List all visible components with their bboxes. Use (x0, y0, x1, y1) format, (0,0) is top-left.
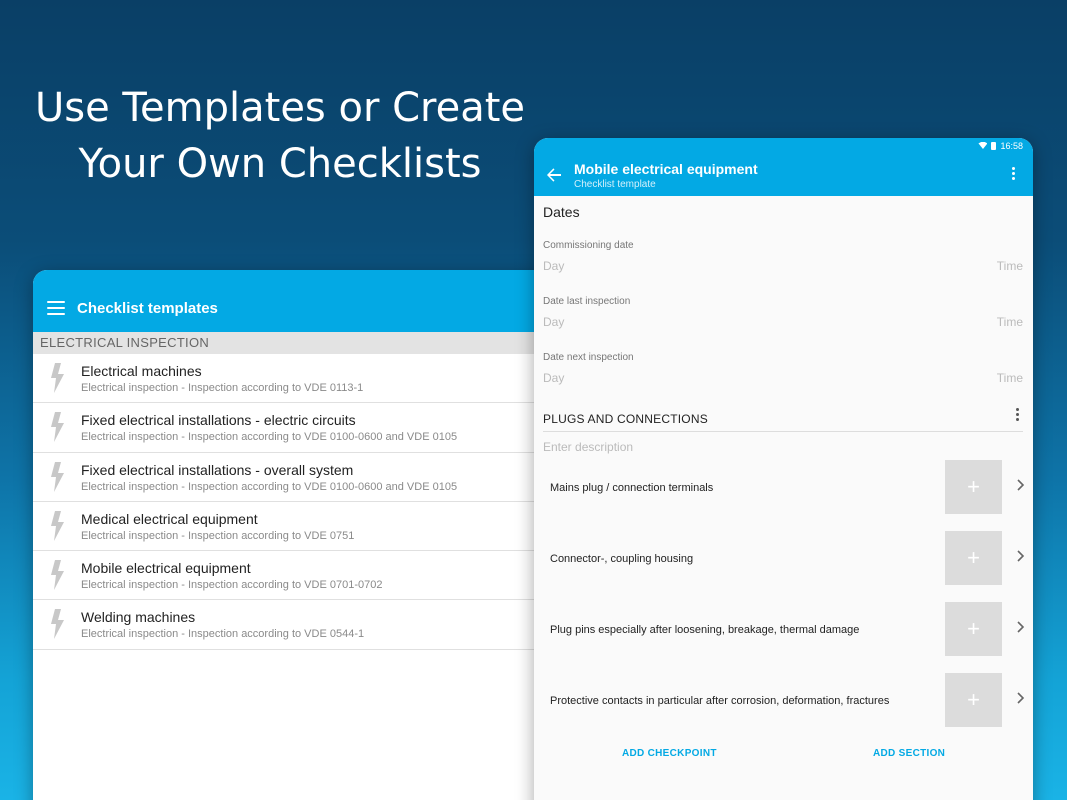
template-subtitle: Electrical inspection - Inspection accor… (81, 628, 365, 641)
detail-app-bar: Mobile electrical equipment Checklist te… (534, 153, 1033, 196)
date-field-commissioning[interactable]: Commissioning date Day Time (543, 226, 1023, 282)
add-photo-plus-icon[interactable]: + (945, 531, 1002, 585)
section-title: PLUGS AND CONNECTIONS (543, 412, 708, 426)
template-subtitle: Electrical inspection - Inspection accor… (81, 480, 458, 493)
checkpoint-label: Plug pins especially after loosening, br… (550, 624, 860, 636)
template-name: Fixed electrical installations - overall… (81, 461, 354, 478)
hamburger-menu-icon[interactable] (47, 301, 65, 315)
template-item[interactable]: Fixed electrical installations - overall… (33, 453, 553, 502)
template-item[interactable]: Fixed electrical installations - electri… (33, 403, 553, 453)
time-input[interactable]: Time (997, 371, 1023, 385)
checkpoint-row[interactable]: Connector-, coupling housing + (543, 531, 1025, 602)
dates-section-title: Dates (543, 204, 580, 220)
chevron-right-icon[interactable] (1017, 479, 1025, 491)
day-input[interactable]: Day (543, 371, 564, 385)
chevron-right-icon[interactable] (1017, 550, 1025, 562)
date-label: Commissioning date (543, 240, 634, 251)
lightning-bolt-icon (51, 461, 64, 492)
template-subtitle: Electrical inspection - Inspection accor… (81, 529, 355, 542)
template-subtitle: Electrical inspection - Inspection accor… (81, 431, 458, 444)
back-arrow-icon[interactable] (546, 167, 562, 183)
templates-app-bar: Checklist templates (33, 270, 553, 332)
add-photo-plus-icon[interactable]: + (945, 602, 1002, 656)
checkpoint-row[interactable]: Protective contacts in particular after … (543, 673, 1025, 744)
section-header-electrical-inspection: ELECTRICAL INSPECTION (33, 332, 553, 354)
lightning-bolt-icon (51, 560, 64, 591)
add-photo-plus-icon[interactable]: + (945, 460, 1002, 514)
date-label: Date next inspection (543, 352, 634, 363)
template-item[interactable]: Welding machines Electrical inspection -… (33, 600, 553, 650)
template-item[interactable]: Electrical machines Electrical inspectio… (33, 354, 553, 404)
wifi-icon (978, 142, 988, 149)
lightning-bolt-icon (51, 412, 64, 443)
headline-line-2: Your Own Checklists (78, 141, 482, 187)
template-name: Mobile electrical equipment (81, 560, 251, 577)
detail-title: Mobile electrical equipment (574, 161, 758, 177)
template-name: Medical electrical equipment (81, 510, 258, 527)
battery-icon (991, 141, 997, 150)
overflow-menu-icon[interactable] (1012, 167, 1015, 180)
template-subtitle: Electrical inspection - Inspection accor… (81, 579, 383, 592)
chevron-right-icon[interactable] (1017, 621, 1025, 633)
time-input[interactable]: Time (997, 259, 1023, 273)
promo-headline: Use Templates or Create Your Own Checkli… (20, 80, 540, 192)
template-item[interactable]: Medical electrical equipment Electrical … (33, 502, 553, 552)
checkpoint-actions: ADD CHECKPOINT ADD SECTION (543, 744, 1023, 784)
template-name: Electrical machines (81, 363, 202, 379)
day-input[interactable]: Day (543, 315, 564, 329)
template-item[interactable]: Mobile electrical equipment Electrical i… (33, 551, 553, 601)
add-checkpoint-button[interactable]: ADD CHECKPOINT (622, 748, 717, 759)
date-field-next-inspection[interactable]: Date next inspection Day Time (543, 338, 1023, 394)
description-input[interactable]: Enter description (543, 440, 1023, 460)
template-name: Welding machines (81, 609, 196, 626)
section-plugs-connections: PLUGS AND CONNECTIONS (543, 408, 1023, 432)
templates-title: Checklist templates (77, 299, 218, 317)
checkpoint-label: Protective contacts in particular after … (550, 695, 890, 707)
checklist-detail-tablet: 16:58 Mobile electrical equipment Checkl… (534, 138, 1033, 800)
templates-tablet: Checklist templates ELECTRICAL INSPECTIO… (33, 270, 553, 800)
chevron-right-icon[interactable] (1017, 692, 1025, 704)
checkpoint-label: Connector-, coupling housing (550, 553, 694, 565)
checkpoint-row[interactable]: Mains plug / connection terminals + (543, 460, 1025, 531)
detail-subtitle: Checklist template (574, 179, 656, 190)
status-bar: 16:58 (534, 138, 1033, 153)
detail-body: Dates Commissioning date Day Time Date l… (534, 204, 1033, 784)
headline-line-1: Use Templates or Create (34, 85, 526, 131)
day-input[interactable]: Day (543, 259, 564, 273)
checkpoint-row[interactable]: Plug pins especially after loosening, br… (543, 602, 1025, 673)
add-photo-plus-icon[interactable]: + (945, 673, 1002, 727)
lightning-bolt-icon (51, 363, 64, 393)
template-subtitle: Electrical inspection - Inspection accor… (81, 382, 364, 394)
section-overflow-menu-icon[interactable] (1016, 408, 1019, 421)
add-section-button[interactable]: ADD SECTION (873, 748, 945, 759)
date-label: Date last inspection (543, 296, 631, 307)
checkpoint-label: Mains plug / connection terminals (550, 482, 714, 494)
lightning-bolt-icon (51, 609, 64, 640)
lightning-bolt-icon (51, 510, 64, 541)
status-time: 16:58 (1000, 140, 1023, 151)
time-input[interactable]: Time (997, 315, 1023, 329)
date-field-last-inspection[interactable]: Date last inspection Day Time (543, 282, 1023, 338)
template-name: Fixed electrical installations - electri… (81, 412, 356, 429)
